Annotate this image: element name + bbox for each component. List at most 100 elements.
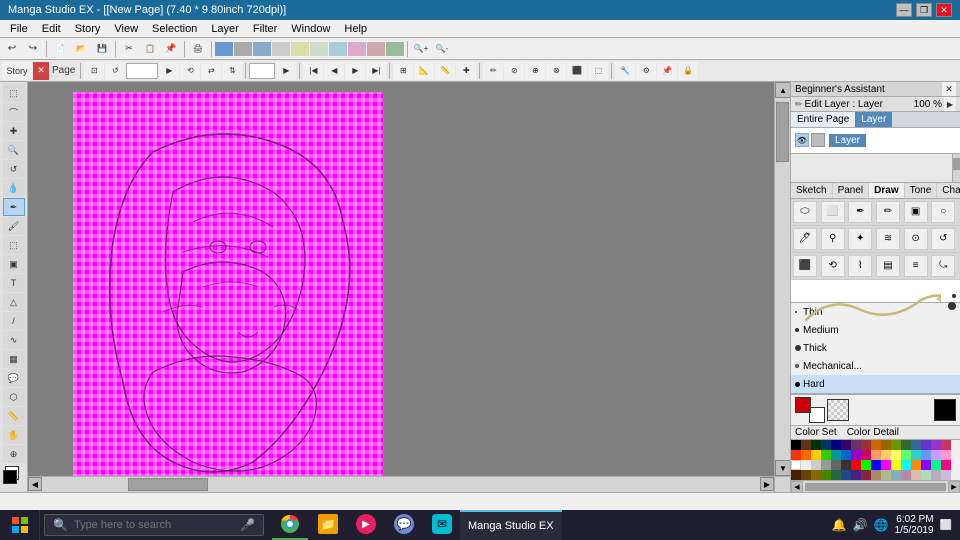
- menu-story[interactable]: Story: [69, 22, 107, 36]
- swatch[interactable]: [791, 460, 801, 470]
- swatch[interactable]: [941, 440, 951, 450]
- tb-copy[interactable]: 📋: [140, 40, 160, 58]
- swatch[interactable]: [871, 460, 881, 470]
- tb2-nav-first[interactable]: |◀: [303, 62, 323, 80]
- swatch[interactable]: [841, 470, 851, 480]
- tool-zoom[interactable]: 🔍: [3, 141, 25, 159]
- tab-chara[interactable]: Chara...: [937, 183, 960, 198]
- swatch[interactable]: [931, 460, 941, 470]
- taskbar-app-chrome[interactable]: [272, 510, 308, 540]
- tb-btn7[interactable]: [329, 42, 347, 56]
- tb2-rotate-btn[interactable]: ⟲: [180, 62, 200, 80]
- menu-view[interactable]: View: [108, 22, 144, 36]
- brush-pen3[interactable]: 🖊: [793, 228, 817, 250]
- tool-eyedrop[interactable]: 💧: [3, 179, 25, 197]
- brush-pen1[interactable]: ✒: [848, 201, 872, 223]
- swatch[interactable]: [861, 440, 871, 450]
- tb2-snap[interactable]: 📐: [414, 62, 434, 80]
- tool-3d[interactable]: ⬡: [3, 388, 25, 406]
- right-color-box[interactable]: [934, 399, 956, 421]
- swatch[interactable]: [791, 450, 801, 460]
- swatch[interactable]: [831, 440, 841, 450]
- tool-panel[interactable]: ▦: [3, 350, 25, 368]
- tool-shape[interactable]: △: [3, 293, 25, 311]
- menu-layer[interactable]: Layer: [205, 22, 245, 36]
- layer-visibility-icon[interactable]: 👁: [795, 133, 809, 147]
- color-fg-swatch[interactable]: [3, 470, 17, 484]
- tb2-grid[interactable]: ⊞: [393, 62, 413, 80]
- swatch[interactable]: [891, 470, 901, 480]
- panel-right-scroll[interactable]: [952, 154, 960, 182]
- taskbar-app-chat[interactable]: ✉: [424, 510, 460, 540]
- menu-selection[interactable]: Selection: [146, 22, 203, 36]
- tab-tone[interactable]: Tone: [905, 183, 938, 198]
- tool-text[interactable]: T: [3, 274, 25, 292]
- tb-zoom-in[interactable]: 🔍+: [411, 40, 431, 58]
- tb-btn9[interactable]: [367, 42, 385, 56]
- brush-pen6[interactable]: ≋: [876, 228, 900, 250]
- tb-btn1[interactable]: [215, 42, 233, 56]
- tb2-pen-e[interactable]: ⬛: [567, 62, 587, 80]
- tb-btn6[interactable]: [310, 42, 328, 56]
- swatch[interactable]: [811, 460, 821, 470]
- tb-btn5[interactable]: [291, 42, 309, 56]
- tool-rotate[interactable]: ↺: [3, 160, 25, 178]
- swatch[interactable]: [941, 470, 951, 480]
- canvas-area[interactable]: ▲ ▼ ◀ ▶: [28, 82, 790, 492]
- tab-entire-page[interactable]: Entire Page: [791, 112, 855, 127]
- swatch[interactable]: [841, 440, 851, 450]
- swatch[interactable]: [831, 460, 841, 470]
- search-box[interactable]: 🔍 🎤: [44, 514, 264, 536]
- tb-print[interactable]: 🖨: [188, 40, 208, 58]
- swatch[interactable]: [811, 440, 821, 450]
- tb2-story[interactable]: Story: [2, 62, 32, 80]
- swatch[interactable]: [911, 470, 921, 480]
- swatch[interactable]: [831, 450, 841, 460]
- swatch[interactable]: [791, 440, 801, 450]
- tab-sketch[interactable]: Sketch: [791, 183, 833, 198]
- brush-move[interactable]: ⟲: [821, 255, 845, 277]
- tool-line[interactable]: /: [3, 312, 25, 330]
- menu-file[interactable]: File: [4, 22, 34, 36]
- tb-new[interactable]: 📄: [50, 40, 70, 58]
- brush-pen7[interactable]: ⊙: [904, 228, 928, 250]
- canvas-scroll-h[interactable]: ◀ ▶: [28, 476, 774, 492]
- tab-layer[interactable]: Layer: [855, 112, 892, 127]
- swatch[interactable]: [821, 460, 831, 470]
- search-input[interactable]: [74, 519, 234, 531]
- tb-paste[interactable]: 📌: [161, 40, 181, 58]
- canvas-scroll-v[interactable]: ▲ ▼: [774, 82, 790, 476]
- swatch[interactable]: [821, 440, 831, 450]
- tool-hand[interactable]: ✋: [3, 426, 25, 444]
- tool-select-lasso[interactable]: ⌒: [3, 103, 25, 121]
- panel-close[interactable]: ✕: [942, 82, 956, 96]
- tool-crosshair[interactable]: ⊕: [3, 445, 25, 463]
- scroll-down-arrow[interactable]: ▼: [775, 460, 790, 476]
- swatch[interactable]: [941, 450, 951, 460]
- swatch[interactable]: [821, 470, 831, 480]
- tb2-fit[interactable]: ⊡: [84, 62, 104, 80]
- tb2-zoom-input[interactable]: 8.4: [126, 63, 158, 79]
- tb2-pen-b[interactable]: ⊘: [504, 62, 524, 80]
- brush-pen8[interactable]: ↺: [931, 228, 955, 250]
- layer-lock-icon[interactable]: [811, 133, 825, 147]
- brush-fill-b[interactable]: ▤: [876, 255, 900, 277]
- tb-undo[interactable]: ↩: [2, 40, 22, 58]
- swatch[interactable]: [861, 450, 871, 460]
- tb2-extra3[interactable]: 📌: [657, 62, 677, 80]
- menu-help[interactable]: Help: [338, 22, 373, 36]
- brush-pen2[interactable]: ✏: [876, 201, 900, 223]
- swatch[interactable]: [911, 460, 921, 470]
- tb2-page-close[interactable]: ✕: [33, 62, 49, 80]
- brush-circle[interactable]: ○: [931, 201, 955, 223]
- tab-draw[interactable]: Draw: [869, 183, 904, 198]
- swatch[interactable]: [901, 440, 911, 450]
- brush-pen4[interactable]: ⚲: [821, 228, 845, 250]
- minimize-button[interactable]: —: [896, 3, 912, 17]
- tray-network-icon[interactable]: 🌐: [874, 518, 889, 532]
- swatch[interactable]: [891, 460, 901, 470]
- tray-action-icon[interactable]: ⬜: [940, 520, 952, 531]
- swatch[interactable]: [901, 470, 911, 480]
- swatch[interactable]: [881, 440, 891, 450]
- swatch[interactable]: [921, 460, 931, 470]
